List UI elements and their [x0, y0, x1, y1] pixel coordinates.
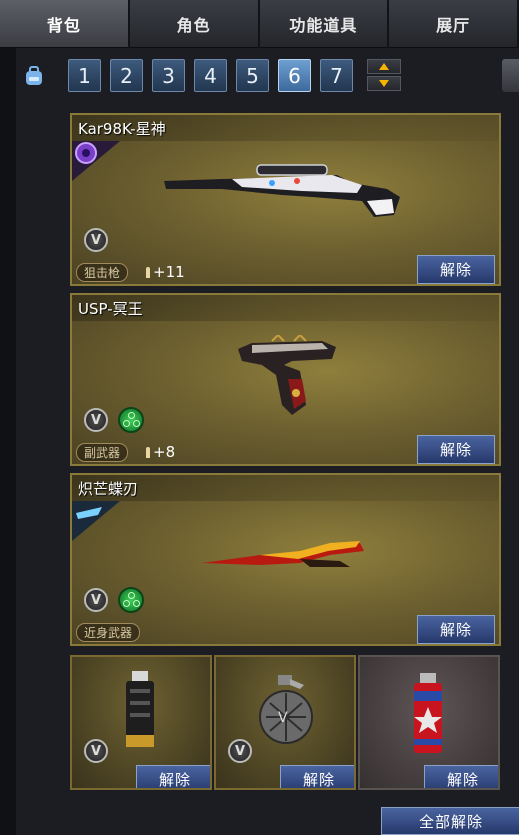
item-card-kar98k[interactable]: Kar98K-星神 V 狙击枪 +11 解除	[70, 113, 501, 286]
tab-bar: 背包 角色 功能道具 展厅	[0, 0, 519, 48]
v-badge-icon: V	[84, 408, 108, 432]
circle-dot	[123, 600, 130, 607]
v-badge-icon: V	[228, 739, 252, 763]
bullet-icon	[146, 266, 150, 278]
v-badge-icon: V	[84, 739, 108, 763]
v-badge-icon: V	[84, 228, 108, 252]
unequip-button[interactable]: 解除	[424, 765, 498, 788]
page-button-2[interactable]: 2	[110, 59, 143, 92]
circle-dot	[133, 420, 140, 427]
page-button-6[interactable]: 6	[278, 59, 311, 92]
item-card-usp[interactable]: USP-冥王 V 副武器 +8 解除	[70, 293, 501, 466]
tab-backpack[interactable]: 背包	[0, 0, 128, 48]
left-sidebar	[0, 48, 16, 835]
unequip-all-button[interactable]: 全部解除	[381, 807, 519, 835]
flashbang-grenade-icon	[126, 671, 154, 747]
side-scroll-button[interactable]	[502, 59, 519, 92]
tab-function-items[interactable]: 功能道具	[259, 0, 388, 48]
throwable-slot-2[interactable]: V V 解除	[214, 655, 356, 790]
frag-grenade-icon: V	[259, 675, 313, 744]
item-card-knife[interactable]: 炽芒蝶刃 V 近身武器 解除	[70, 473, 501, 646]
ammo-value: +8	[153, 443, 176, 461]
page-button-3[interactable]: 3	[152, 59, 185, 92]
tab-character[interactable]: 角色	[129, 0, 258, 48]
smoke-grenade-icon	[414, 673, 442, 753]
backpack-icon	[26, 66, 42, 85]
item-name: Kar98K-星神	[78, 120, 166, 138]
green-badge-icon	[118, 407, 144, 433]
ammo-count: +11	[146, 263, 185, 281]
v-badge-icon: V	[84, 588, 108, 612]
circle-dot	[133, 600, 140, 607]
page-down-button[interactable]	[367, 76, 401, 91]
page-button-5[interactable]: 5	[236, 59, 269, 92]
unequip-button[interactable]: 解除	[417, 615, 495, 644]
throwable-slot-3[interactable]: 解除	[358, 655, 500, 790]
unequip-button[interactable]: 解除	[136, 765, 210, 788]
item-type-tag: 狙击枪	[76, 263, 129, 282]
circle-dot	[123, 420, 130, 427]
bullet-icon	[146, 446, 150, 458]
item-name: 炽芒蝶刃	[78, 480, 139, 498]
circle-dot	[128, 412, 135, 419]
ammo-value: +11	[153, 263, 185, 281]
blue-emblem-icon	[72, 501, 120, 541]
arrow-up-icon	[379, 63, 389, 70]
page-button-1[interactable]: 1	[68, 59, 101, 92]
pistol-icon	[238, 335, 336, 415]
page-button-7[interactable]: 7	[320, 59, 353, 92]
arrow-down-icon	[379, 80, 389, 87]
page-button-4[interactable]: 4	[194, 59, 227, 92]
unequip-button[interactable]: 解除	[417, 435, 495, 464]
item-type-tag: 副武器	[76, 443, 129, 462]
tab-showroom[interactable]: 展厅	[389, 0, 517, 48]
item-type-tag: 近身武器	[76, 623, 141, 642]
circle-dot	[128, 592, 135, 599]
ammo-count: +8	[146, 443, 175, 461]
page-up-button[interactable]	[367, 59, 401, 74]
throwable-slot-1[interactable]: V 解除	[70, 655, 212, 790]
purple-emblem-icon	[72, 141, 120, 181]
svg-text:V: V	[278, 710, 288, 726]
butterfly-knife-icon	[202, 541, 364, 567]
sniper-rifle-icon	[164, 164, 400, 217]
unequip-button[interactable]: 解除	[417, 255, 495, 284]
item-name: USP-冥王	[78, 300, 143, 318]
green-badge-icon	[118, 587, 144, 613]
unequip-button[interactable]: 解除	[280, 765, 354, 788]
